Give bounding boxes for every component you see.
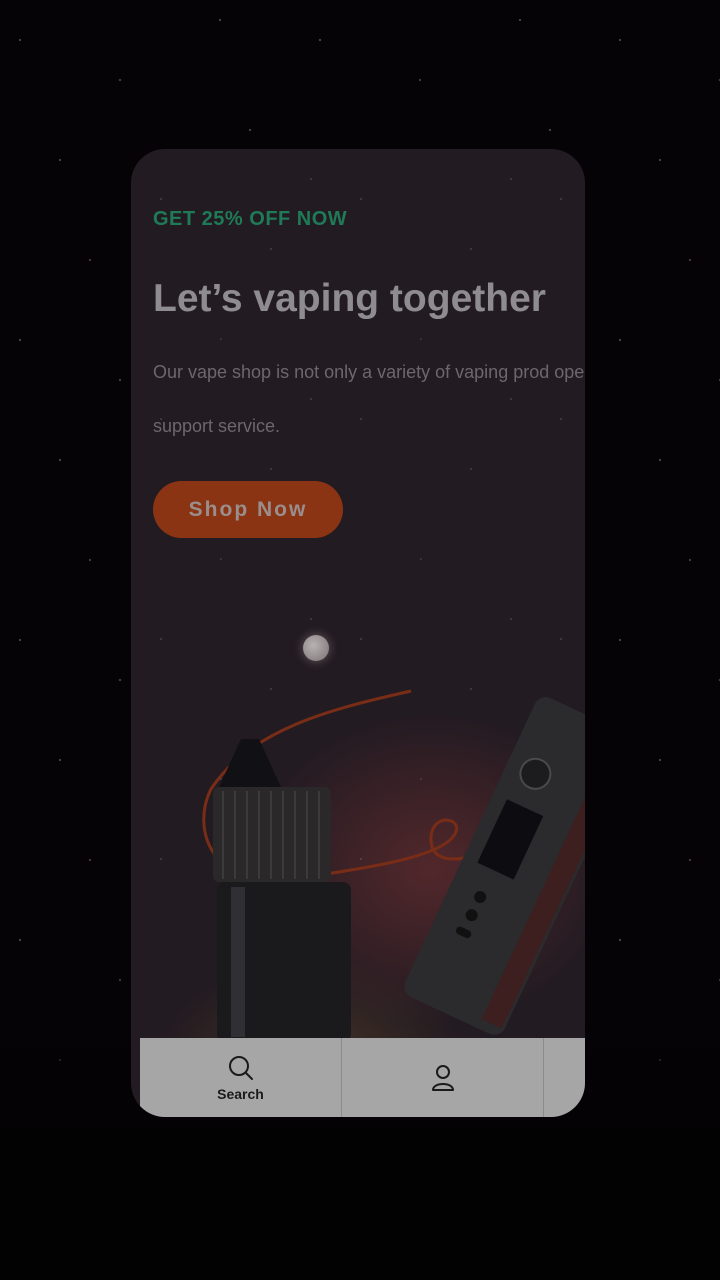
bottom-navigation: Search	[140, 1038, 585, 1117]
user-icon	[431, 1064, 454, 1091]
moon-decoration	[303, 635, 329, 661]
search-icon	[228, 1055, 253, 1080]
nav-item-account[interactable]	[342, 1038, 544, 1117]
e-liquid-bottle	[213, 739, 351, 1039]
hero-description: Our vape shop is not only a variety of v…	[153, 362, 585, 436]
nav-item-more[interactable]	[544, 1038, 585, 1117]
hero-headline: Let’s vaping together	[153, 277, 546, 320]
nav-label-search: Search	[217, 1085, 264, 1102]
vape-product-illustration	[202, 689, 585, 1039]
phone-screen: GET 25% OFF NOW Let’s vaping together Ou…	[131, 149, 585, 1117]
promo-text: GET 25% OFF NOW	[153, 208, 348, 230]
nav-item-search[interactable]: Search	[140, 1038, 342, 1117]
vape-mod-device	[404, 697, 585, 1035]
shop-now-button[interactable]: Shop Now	[153, 481, 343, 538]
